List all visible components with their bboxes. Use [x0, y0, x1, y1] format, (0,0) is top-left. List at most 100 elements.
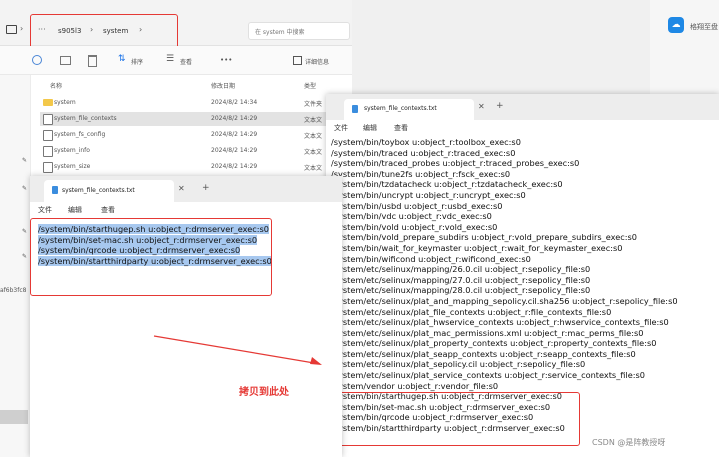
text-line: /system/etc/selinux/plat_mac_permissions…: [331, 328, 715, 339]
text-line-content: /system/etc/selinux/plat_and_mapping_sep…: [331, 295, 678, 306]
text-line: /system/bin/uncrypt u:object_r:uncrypt_e…: [331, 190, 715, 201]
file-date: 2024/8/2 14:29: [211, 147, 258, 154]
annotation-arrow: [153, 335, 322, 365]
text-line-content: /system/bin/toybox u:object_r:toolbox_ex…: [331, 137, 521, 147]
text-file-icon: [43, 146, 53, 157]
tab-file[interactable]: system_file_contexts.txt: [344, 99, 474, 120]
menu-edit[interactable]: 编辑: [68, 205, 82, 215]
text-line-content: /system/bin/tune2fs u:object_r:fsck_exec…: [331, 168, 511, 179]
text-line: /system/etc/selinux/plat_sepolicy.cil u:…: [331, 359, 715, 370]
monitor-icon[interactable]: [6, 25, 17, 34]
file-name: system_fs_config: [54, 131, 106, 138]
sort-icon[interactable]: ⇅: [118, 54, 126, 64]
pin-icon[interactable]: ✎: [22, 228, 27, 235]
sort-button[interactable]: 排序: [131, 57, 143, 66]
text-line: /system/etc/selinux/mapping/27.0.cil u:o…: [331, 275, 715, 286]
pin-icon[interactable]: ✎: [22, 185, 27, 192]
text-line-content: /system/bin/vold u:object_r:vold_exec:s0: [331, 221, 498, 232]
text-line: /system/etc/selinux/plat_property_contex…: [331, 338, 715, 349]
text-line: /system/bin/vdc u:object_r:vdc_exec:s0: [331, 211, 715, 222]
app-shortcut-area: ☁ 格翔至盘: [650, 0, 719, 94]
search-placeholder: 在 system 中搜索: [255, 29, 305, 36]
column-header-name[interactable]: 名称: [50, 81, 62, 90]
notepad-titlebar: system_file_contexts.txt ✕ +: [30, 176, 342, 202]
menu-view[interactable]: 查看: [394, 123, 408, 133]
text-line-content: /system/etc/selinux/plat_service_context…: [331, 370, 645, 381]
file-type: 文本文: [304, 149, 323, 156]
text-line: /system/etc/selinux/plat_file_contexts u…: [331, 307, 715, 318]
notepad-window-right: system_file_contexts.txt ✕ + 文件 编辑 查看 /s…: [326, 94, 719, 457]
text-line: /system/vendor u:object_r:vendor_file:s0: [331, 381, 715, 392]
text-line-content: /system/bin/traced_probes u:object_r:tra…: [331, 158, 580, 169]
file-name: system: [54, 99, 76, 106]
chevron-right-icon: ›: [20, 24, 24, 33]
search-box[interactable]: 在 system 中搜索: [248, 22, 350, 40]
text-line: /system/bin/wait_for_keymaster u:object_…: [331, 243, 715, 254]
details-icon[interactable]: [293, 56, 302, 65]
view-button[interactable]: 查看: [180, 57, 192, 66]
close-tab-icon[interactable]: ✕: [478, 102, 485, 111]
text-line-content: /system/etc/selinux/mapping/27.0.cil u:o…: [331, 274, 591, 285]
menu-view[interactable]: 查看: [101, 205, 115, 215]
column-header-type[interactable]: 类型: [304, 81, 316, 90]
rename-icon[interactable]: [60, 56, 71, 65]
file-name: system_size: [54, 163, 91, 170]
annotation-label: 拷贝到此处: [239, 387, 289, 398]
file-list-row[interactable]: system_info 2024/8/2 14:29 文本文: [40, 144, 350, 158]
text-line: /system/bin/traced_probes u:object_r:tra…: [331, 158, 715, 169]
text-line: /system/bin/toybox u:object_r:toolbox_ex…: [331, 137, 715, 148]
notepad-icon: [52, 186, 58, 194]
text-line-content: /system/bin/vold_prepare_subdirs u:objec…: [331, 232, 637, 243]
pin-icon[interactable]: ✎: [22, 253, 27, 260]
file-list-row[interactable]: system_fs_config 2024/8/2 14:29 文本文: [40, 128, 350, 142]
file-list-row[interactable]: system_file_contexts 2024/8/2 14:29 文本文: [40, 112, 350, 126]
file-date: 2024/8/2 14:29: [211, 131, 258, 138]
file-list-row[interactable]: system_size 2024/8/2 14:29 文本文: [40, 160, 350, 174]
share-icon[interactable]: [32, 55, 42, 65]
text-line-content: /system/bin/tzdatacheck u:object_r:tzdat…: [331, 179, 563, 190]
notepad-menubar: 文件 编辑 查看: [30, 202, 342, 216]
text-line: /system/bin/tzdatacheck u:object_r:tzdat…: [331, 179, 715, 190]
menu-edit[interactable]: 编辑: [363, 123, 377, 133]
delete-icon[interactable]: [88, 55, 97, 67]
notepad-icon: [352, 105, 358, 113]
file-type: 文件夹: [304, 101, 323, 108]
file-list-row[interactable]: system 2024/8/2 14:34 文件夹: [40, 96, 350, 110]
navigation-pane: [0, 75, 31, 457]
text-line: /system/etc/selinux/plat_hwservice_conte…: [331, 317, 715, 328]
text-line: /system/etc/selinux/mapping/26.0.cil u:o…: [331, 264, 715, 275]
text-line-content: /system/etc/selinux/plat_property_contex…: [331, 338, 657, 349]
view-icon[interactable]: ☰: [166, 54, 174, 64]
text-line-content: /system/bin/uncrypt u:object_r:uncrypt_e…: [331, 189, 526, 200]
pasted-lines-highlight-box: [330, 392, 580, 446]
text-line-content: /system/etc/selinux/plat_seapp_contexts …: [331, 348, 636, 359]
tab-file[interactable]: system_file_contexts.txt: [44, 180, 174, 202]
nav-selected-item[interactable]: [0, 410, 28, 424]
pin-icon[interactable]: ✎: [22, 157, 27, 164]
text-line-content: /system/etc/selinux/mapping/28.0.cil u:o…: [331, 285, 591, 296]
more-options-button[interactable]: •••: [220, 56, 232, 64]
menu-file[interactable]: 文件: [38, 205, 52, 215]
text-line: /system/etc/selinux/plat_seapp_contexts …: [331, 349, 715, 360]
column-header-date[interactable]: 修改日期: [211, 81, 235, 90]
details-button[interactable]: 详细信息: [305, 57, 329, 66]
file-date: 2024/8/2 14:34: [211, 99, 258, 106]
file-name: system_info: [54, 147, 90, 154]
file-date: 2024/8/2 14:29: [211, 115, 258, 122]
text-line: /system/bin/wificond u:object_r:wificond…: [331, 254, 715, 265]
file-name: system_file_contexts: [54, 115, 117, 122]
new-tab-icon[interactable]: +: [496, 101, 504, 111]
notepad-titlebar: system_file_contexts.txt ✕ +: [326, 94, 719, 120]
notepad-window-left: system_file_contexts.txt ✕ + 文件 编辑 查看 /s…: [30, 176, 342, 457]
text-line: /system/bin/traced u:object_r:traced_exe…: [331, 148, 715, 159]
close-tab-icon[interactable]: ✕: [178, 184, 185, 193]
new-tab-icon[interactable]: +: [202, 183, 210, 193]
text-line: /system/bin/vold u:object_r:vold_exec:s0: [331, 222, 715, 233]
text-file-icon: [43, 114, 53, 125]
menu-file[interactable]: 文件: [334, 123, 348, 133]
text-line-content: /system/etc/selinux/plat_file_contexts u…: [331, 306, 612, 317]
text-line-content: /system/etc/selinux/plat_sepolicy.cil u:…: [331, 359, 586, 370]
cloud-app-label: 格翔至盘: [690, 23, 718, 31]
notepad-menubar: 文件 编辑 查看: [326, 120, 719, 134]
cloud-app-icon[interactable]: ☁: [668, 17, 684, 33]
